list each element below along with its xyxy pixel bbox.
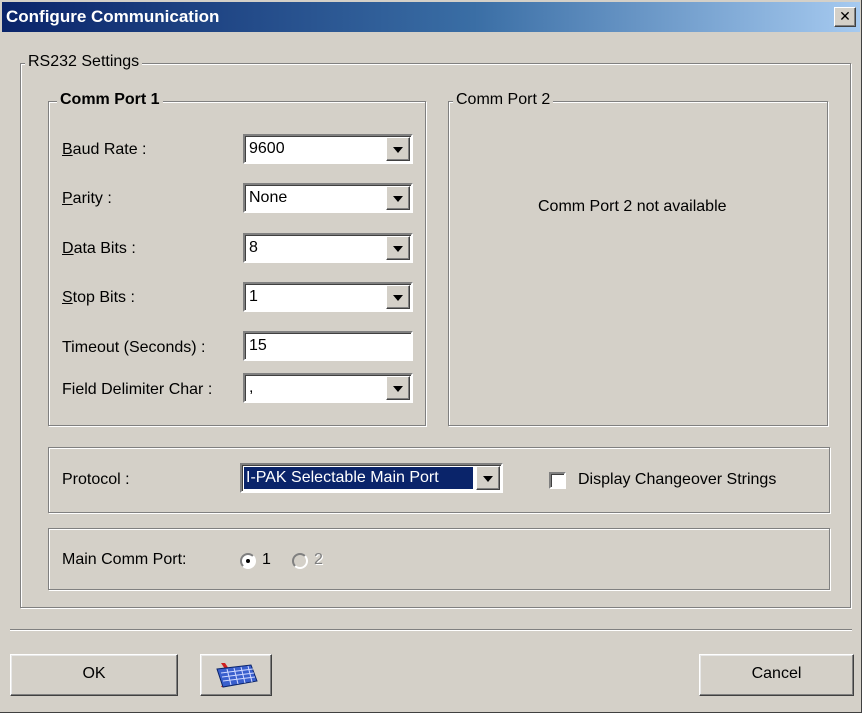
stop-bits-value: 1 <box>249 288 258 305</box>
cancel-button[interactable]: Cancel <box>699 654 854 696</box>
chevron-down-icon[interactable] <box>386 137 410 161</box>
chevron-down-icon[interactable] <box>476 466 500 490</box>
stop-bits-label: Stop Bits : <box>62 289 135 306</box>
parity-select[interactable]: None <box>243 183 413 213</box>
chevron-down-icon[interactable] <box>386 376 410 400</box>
comm-port-2-message: Comm Port 2 not available <box>538 198 727 215</box>
baud-rate-label: Baud Rate : <box>62 141 147 158</box>
timeout-value: 15 <box>249 337 267 354</box>
ok-button[interactable]: OK <box>10 654 178 696</box>
comm-port-1-legend: Comm Port 1 <box>57 91 163 109</box>
protocol-value: I-PAK Selectable Main Port <box>243 466 474 490</box>
stop-bits-select[interactable]: 1 <box>243 282 413 312</box>
rs232-settings-legend: RS232 Settings <box>25 53 143 71</box>
parity-label: Parity : <box>62 190 112 207</box>
keyboard-button[interactable] <box>200 654 272 696</box>
footer-separator <box>10 629 852 631</box>
protocol-select[interactable]: I-PAK Selectable Main Port <box>240 463 503 493</box>
data-bits-label: Data Bits : <box>62 240 136 257</box>
display-changeover-label[interactable]: Display Changeover Strings <box>578 471 776 489</box>
main-comm-port-option-2-label: 2 <box>314 551 323 568</box>
data-bits-select[interactable]: 8 <box>243 233 413 263</box>
baud-rate-select[interactable]: 9600 <box>243 134 413 164</box>
keyboard-icon <box>216 663 258 688</box>
comm-port-2-group: Comm Port 2 <box>448 91 828 426</box>
chevron-down-icon[interactable] <box>386 236 410 260</box>
main-comm-port-label: Main Comm Port: <box>62 551 187 568</box>
display-changeover-checkbox[interactable] <box>549 472 566 489</box>
data-bits-value: 8 <box>249 239 258 256</box>
title-bar[interactable]: Configure Communication ✕ <box>2 2 860 32</box>
comm-port-2-legend: Comm Port 2 <box>453 91 554 109</box>
timeout-input[interactable]: 15 <box>243 331 413 361</box>
window-title: Configure Communication <box>6 7 220 26</box>
close-button[interactable]: ✕ <box>834 7 856 27</box>
main-comm-port-radio-1[interactable] <box>240 553 256 569</box>
chevron-down-icon[interactable] <box>386 285 410 309</box>
protocol-label: Protocol : <box>62 471 130 488</box>
timeout-label: Timeout (Seconds) : <box>62 339 206 356</box>
field-delimiter-select[interactable]: , <box>243 373 413 403</box>
field-delimiter-value: , <box>249 379 254 396</box>
baud-rate-value: 9600 <box>249 140 285 157</box>
chevron-down-icon[interactable] <box>386 186 410 210</box>
field-delimiter-label: Field Delimiter Char : <box>62 381 213 398</box>
close-icon: ✕ <box>839 8 851 24</box>
main-comm-port-option-1-label[interactable]: 1 <box>262 551 271 569</box>
configure-communication-dialog: Configure Communication ✕ RS232 Settings… <box>0 0 862 713</box>
main-comm-port-radio-2 <box>292 553 308 569</box>
parity-value: None <box>249 189 288 206</box>
